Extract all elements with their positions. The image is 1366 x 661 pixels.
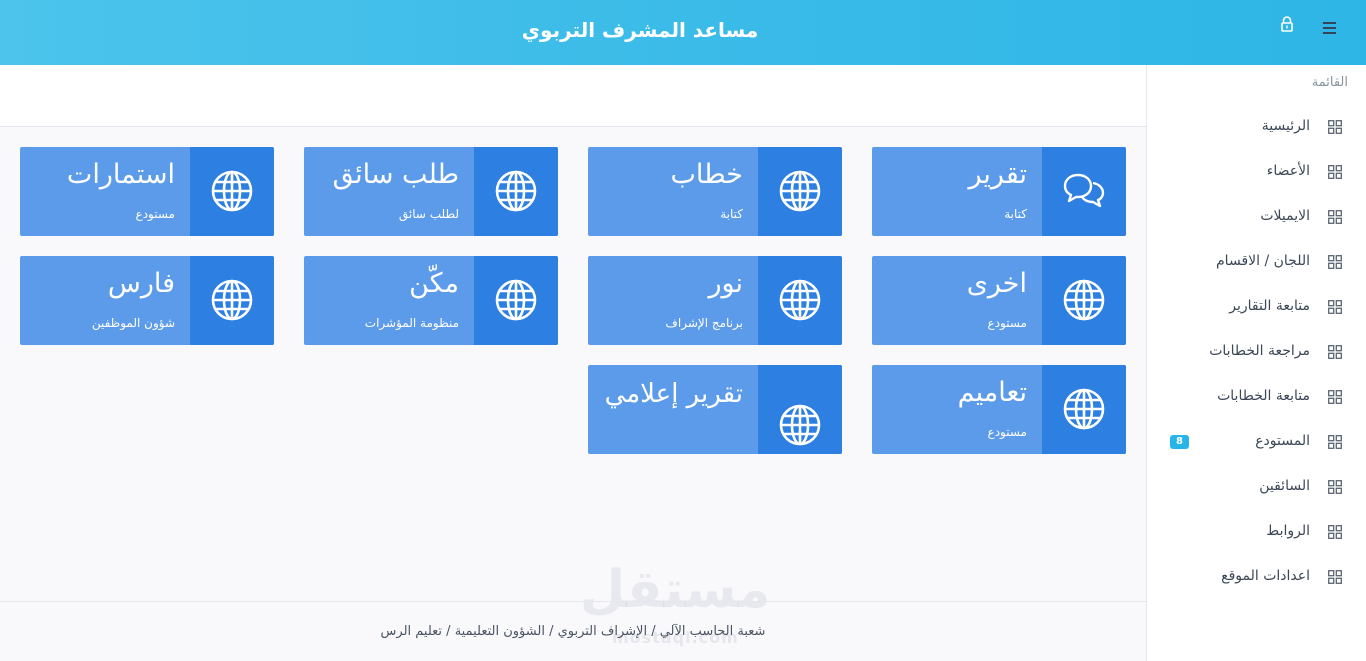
card-subtitle: مستودع <box>135 207 175 221</box>
globe-icon <box>495 279 537 321</box>
globe-icon <box>495 170 537 212</box>
card-icon-box <box>1042 256 1126 345</box>
top-header: مساعد المشرف التربوي <box>0 0 1366 65</box>
sidebar-item-members[interactable]: الأعضاء <box>1147 150 1366 195</box>
card-subtitle: كتابة <box>1004 207 1027 221</box>
toolbar-area <box>0 65 1146 127</box>
card-forms[interactable]: استمارات مستودع <box>20 147 274 236</box>
card-title: فارس <box>107 268 175 299</box>
grid-icon <box>1328 390 1342 404</box>
card-icon-box <box>758 147 842 236</box>
app-title: مساعد المشرف التربوي <box>521 18 759 42</box>
card-icon-box <box>758 256 842 345</box>
globe-icon <box>779 279 821 321</box>
grid-icon <box>1328 525 1342 539</box>
card-title: اخرى <box>966 268 1027 299</box>
card-circulars[interactable]: تعاميم مستودع <box>872 365 1126 454</box>
sidebar-item-label: الروابط <box>1266 523 1310 539</box>
card-letter[interactable]: خطاب كتابة <box>588 147 842 236</box>
grid-icon <box>1328 210 1342 224</box>
card-subtitle: كتابة <box>720 207 743 221</box>
grid-icon <box>1328 165 1342 179</box>
chat-bubbles-icon <box>1063 173 1105 208</box>
grid-icon <box>1328 570 1342 584</box>
sidebar-item-label: الايميلات <box>1260 208 1310 224</box>
globe-icon <box>1063 388 1105 430</box>
card-title: تقرير إعلامي <box>604 379 743 409</box>
grid-icon <box>1328 255 1342 269</box>
sidebar: القائمة الرئيسية الأعضاء الايميلات اللجا… <box>1146 65 1366 661</box>
sidebar-item-site-settings[interactable]: اعدادات الموقع <box>1147 555 1366 600</box>
card-subtitle: مستودع <box>987 316 1027 330</box>
sidebar-item-label: مراجعة الخطابات <box>1209 343 1310 359</box>
grid-icon <box>1328 345 1342 359</box>
grid-icon <box>1328 480 1342 494</box>
sidebar-item-label: اعدادات الموقع <box>1221 568 1310 584</box>
card-media-report[interactable]: تقرير إعلامي <box>588 365 842 454</box>
hamburger-icon[interactable] <box>1319 17 1339 37</box>
card-title: خطاب <box>670 159 743 190</box>
lock-icon[interactable] <box>1278 15 1296 35</box>
sidebar-item-letters-review[interactable]: مراجعة الخطابات <box>1147 330 1366 375</box>
sidebar-item-reports-followup[interactable]: متابعة التقارير <box>1147 285 1366 330</box>
sidebar-item-label: المستودع <box>1255 433 1310 449</box>
sidebar-item-links[interactable]: الروابط <box>1147 510 1366 555</box>
sidebar-item-label: اللجان / الاقسام <box>1216 253 1310 269</box>
sidebar-item-label: الرئيسية <box>1261 118 1310 134</box>
card-noor[interactable]: نور برنامج الإشراف <box>588 256 842 345</box>
globe-icon <box>211 279 253 321</box>
grid-icon <box>1328 435 1342 449</box>
card-title: نور <box>708 268 743 299</box>
card-faris[interactable]: فارس شؤون الموظفين <box>20 256 274 345</box>
card-icon-box <box>474 147 558 236</box>
sidebar-item-letters-followup[interactable]: متابعة الخطابات <box>1147 375 1366 420</box>
globe-icon <box>779 404 821 446</box>
card-icon-box <box>474 256 558 345</box>
card-other[interactable]: اخرى مستودع <box>872 256 1126 345</box>
sidebar-item-emails[interactable]: الايميلات <box>1147 195 1366 240</box>
card-icon-box <box>190 147 274 236</box>
card-subtitle: شؤون الموظفين <box>91 316 175 330</box>
card-makken[interactable]: مكّن منظومة المؤشرات <box>304 256 558 345</box>
sidebar-item-label: الأعضاء <box>1266 163 1310 179</box>
globe-icon <box>779 170 821 212</box>
card-icon-box <box>1042 365 1126 454</box>
card-subtitle: لطلب سائق <box>398 207 459 221</box>
card-subtitle: منظومة المؤشرات <box>364 316 459 330</box>
card-title: استمارات <box>66 159 175 190</box>
globe-icon <box>1063 279 1105 321</box>
count-badge: 8 <box>1170 435 1189 449</box>
globe-icon <box>211 170 253 212</box>
sidebar-item-drivers[interactable]: السائقين <box>1147 465 1366 510</box>
card-title: مكّن <box>409 268 459 299</box>
grid-icon <box>1328 300 1342 314</box>
card-title: طلب سائق <box>332 159 459 190</box>
footer-breadcrumb: شعبة الحاسب الآلي / الإشراف التربوي / ال… <box>380 624 766 639</box>
card-icon-box <box>1042 147 1126 236</box>
card-subtitle: مستودع <box>987 425 1027 439</box>
sidebar-item-home[interactable]: الرئيسية <box>1147 105 1366 150</box>
sidebar-item-label: متابعة التقارير <box>1229 298 1310 314</box>
card-title: تعاميم <box>957 377 1027 408</box>
card-title: تقرير <box>968 159 1027 190</box>
sidebar-item-warehouse[interactable]: المستودع 8 <box>1147 420 1366 465</box>
sidebar-item-label: السائقين <box>1259 478 1310 494</box>
card-icon-box <box>758 365 842 454</box>
card-icon-box <box>190 256 274 345</box>
grid-icon <box>1328 120 1342 134</box>
card-report[interactable]: تقرير كتابة <box>872 147 1126 236</box>
card-subtitle: برنامج الإشراف <box>665 316 743 330</box>
sidebar-heading: القائمة <box>1311 75 1348 90</box>
watermark-logo: مستقل <box>580 560 771 620</box>
footer-divider <box>0 601 1146 602</box>
card-driver-request[interactable]: طلب سائق لطلب سائق <box>304 147 558 236</box>
sidebar-item-label: متابعة الخطابات <box>1217 388 1310 404</box>
sidebar-item-committees[interactable]: اللجان / الاقسام <box>1147 240 1366 285</box>
